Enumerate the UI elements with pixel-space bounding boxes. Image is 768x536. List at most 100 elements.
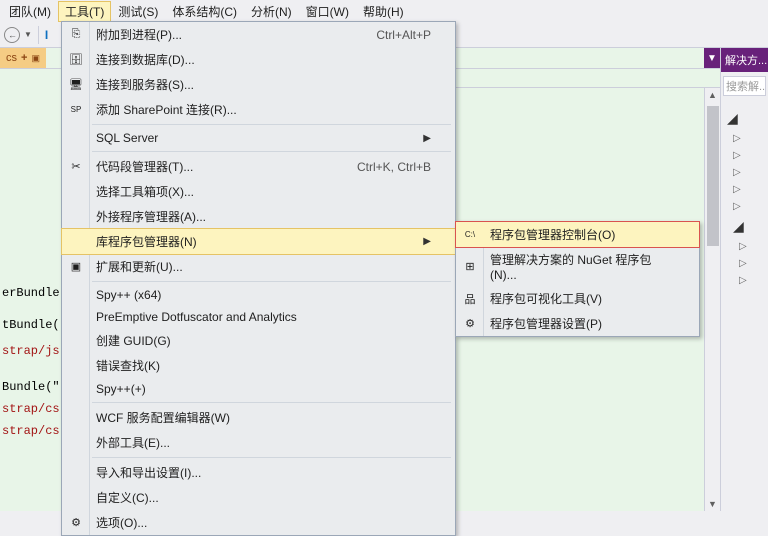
menu-help[interactable]: 帮助(H) [356, 1, 411, 22]
submenu-arrow-icon: ▶ [423, 133, 431, 144]
menu-separator [92, 457, 451, 458]
nav-back-icon[interactable]: ← [4, 27, 20, 43]
tools-item-3[interactable]: SP 添加 SharePoint 连接(R)... [62, 97, 455, 122]
editor-scrollbar[interactable]: ▲ ▼ [704, 88, 720, 511]
tree-collapse-icon[interactable]: ◢ [733, 218, 766, 235]
menu-tools[interactable]: 工具(T) [58, 1, 111, 22]
tools-item-11[interactable]: ▣ 扩展和更新(U)... [62, 254, 455, 279]
menu-item-label: 选项(O)... [96, 514, 147, 531]
menu-item-label: 程序包可视化工具(V) [490, 290, 602, 307]
nav-dropdown-icon[interactable]: ▼ [24, 30, 32, 39]
tree-expand-icon[interactable]: ▷ [733, 167, 766, 178]
tabwell-dropdown[interactable]: ▼ [704, 48, 720, 68]
menu-item-label: 创建 GUID(G) [96, 332, 171, 349]
tools-item-14[interactable]: PreEmptive Dotfuscator and Analytics [62, 306, 455, 328]
sub-item-3[interactable]: ⚙程序包管理器设置(P) [456, 311, 699, 336]
tools-item-24[interactable]: ⚙ 选项(O)... [62, 510, 455, 535]
sp-icon: SP [68, 102, 84, 118]
menu-item-label: 连接到服务器(S)... [96, 76, 194, 93]
menu-item-label: 代码段管理器(T)... [96, 158, 193, 175]
menu-item-label: 外接程序管理器(A)... [96, 208, 206, 225]
tree-expand-icon[interactable]: ▷ [733, 201, 766, 212]
menu-item-label: 程序包管理器控制台(O) [490, 226, 615, 243]
menu-item-label: Spy++ (x64) [96, 288, 161, 302]
viz-icon: 品 [462, 291, 478, 307]
solution-explorer-title: 解决方... [721, 48, 768, 72]
menu-item-shortcut: Ctrl+Alt+P [376, 28, 431, 42]
tools-item-10[interactable]: 库程序包管理器(N) ▶ [62, 229, 455, 254]
document-tab-label: cs [6, 52, 17, 64]
code-line: tBundle( [2, 318, 60, 332]
scroll-up-icon[interactable]: ▲ [708, 90, 717, 100]
menu-item-label: 自定义(C)... [96, 489, 159, 506]
tools-item-7[interactable]: ✂ 代码段管理器(T)... Ctrl+K, Ctrl+B [62, 154, 455, 179]
menu-separator [92, 124, 451, 125]
cmd-icon: C:\ [462, 227, 478, 243]
tools-item-17[interactable]: Spy++(+) [62, 378, 455, 400]
ext-icon: ▣ [68, 259, 84, 275]
code-line: Bundle(" [2, 380, 60, 394]
tools-item-0[interactable]: ⎘附加到进程(P)...Ctrl+Alt+P [62, 22, 455, 47]
solution-tree[interactable]: ◢ ▷ ▷ ▷ ▷ ▷ ◢ ▷ ▷ ▷ [721, 100, 768, 296]
tree-expand-icon[interactable]: ▷ [739, 241, 766, 252]
tree-expand-icon[interactable]: ▷ [733, 150, 766, 161]
sub-item-2[interactable]: 品程序包可视化工具(V) [456, 286, 699, 311]
toolbar-item-icon[interactable]: I [45, 28, 48, 42]
menu-item-shortcut: Ctrl+K, Ctrl+B [357, 160, 431, 174]
menu-item-label: 外部工具(E)... [96, 434, 170, 451]
menu-architecture[interactable]: 体系结构(C) [165, 1, 244, 22]
code-editor[interactable]: erBundle( tBundle( strap/js Bundle(" str… [0, 78, 69, 446]
menu-item-label: 错误查找(K) [96, 357, 160, 374]
tools-item-16[interactable]: 错误查找(K) [62, 353, 455, 378]
tools-item-5[interactable]: SQL Server ▶ [62, 127, 455, 149]
menubar: 团队(M) 工具(T) 测试(S) 体系结构(C) 分析(N) 窗口(W) 帮助… [0, 0, 768, 22]
nuget-submenu: C:\程序包管理器控制台(O)⊞管理解决方案的 NuGet 程序包(N)...品… [455, 221, 700, 337]
tools-item-15[interactable]: 创建 GUID(G) [62, 328, 455, 353]
sub-item-1[interactable]: ⊞管理解决方案的 NuGet 程序包(N)... [456, 247, 699, 286]
menu-window[interactable]: 窗口(W) [299, 1, 356, 22]
menu-item-label: 连接到数据库(D)... [96, 51, 195, 68]
menu-item-label: 库程序包管理器(N) [96, 233, 197, 250]
tools-item-1[interactable]: 🗄连接到数据库(D)... [62, 47, 455, 72]
submenu-arrow-icon: ▶ [423, 236, 431, 247]
scroll-down-icon[interactable]: ▼ [708, 499, 717, 509]
document-tab[interactable]: cs + ▣ [0, 48, 46, 68]
tools-item-2[interactable]: 🖥连接到服务器(S)... [62, 72, 455, 97]
code-line: strap/cs [2, 424, 60, 438]
menu-item-label: 管理解决方案的 NuGet 程序包(N)... [490, 251, 675, 282]
menu-item-label: 导入和导出设置(I)... [96, 464, 201, 481]
code-line: strap/js [2, 344, 60, 358]
menu-analyze[interactable]: 分析(N) [244, 1, 299, 22]
tree-expand-icon[interactable]: ▷ [733, 184, 766, 195]
gear-icon: ⚙ [68, 515, 84, 531]
tree-expand-icon[interactable]: ▷ [739, 258, 766, 269]
document-tab-modified-icon: + [21, 52, 27, 64]
menu-item-label: 扩展和更新(U)... [96, 258, 183, 275]
solution-explorer: 解决方... 搜索解... ◢ ▷ ▷ ▷ ▷ ▷ ◢ ▷ ▷ ▷ [720, 48, 768, 511]
tree-expand-icon[interactable]: ▷ [733, 133, 766, 144]
solution-search-input[interactable]: 搜索解... [723, 76, 766, 96]
pin-icon[interactable]: ▣ [31, 53, 40, 64]
sub-item-0[interactable]: C:\ 程序包管理器控制台(O) [456, 222, 699, 247]
tools-item-20[interactable]: 外部工具(E)... [62, 430, 455, 455]
menu-item-label: WCF 服务配置编辑器(W) [96, 409, 230, 426]
menu-separator [92, 402, 451, 403]
tree-collapse-icon[interactable]: ◢ [727, 110, 766, 127]
tools-item-8[interactable]: 选择工具箱项(X)... [62, 179, 455, 204]
menu-team[interactable]: 团队(M) [2, 1, 58, 22]
menu-test[interactable]: 测试(S) [111, 1, 165, 22]
tools-menu: ⎘附加到进程(P)...Ctrl+Alt+P🗄连接到数据库(D)...🖥连接到服… [61, 21, 456, 536]
menu-item-label: PreEmptive Dotfuscator and Analytics [96, 310, 297, 324]
tree-expand-icon[interactable]: ▷ [739, 275, 766, 286]
tools-item-9[interactable]: 外接程序管理器(A)... [62, 204, 455, 229]
tools-item-19[interactable]: WCF 服务配置编辑器(W) [62, 405, 455, 430]
tools-item-22[interactable]: 导入和导出设置(I)... [62, 460, 455, 485]
tools-item-23[interactable]: 自定义(C)... [62, 485, 455, 510]
gear-icon: ⚙ [462, 316, 478, 332]
menu-item-label: 附加到进程(P)... [96, 26, 182, 43]
code-line: strap/cs [2, 402, 60, 416]
menu-item-label: SQL Server [96, 131, 158, 145]
tools-item-13[interactable]: Spy++ (x64) [62, 284, 455, 306]
menu-item-label: 添加 SharePoint 连接(R)... [96, 101, 237, 118]
snip-icon: ✂ [68, 159, 84, 175]
